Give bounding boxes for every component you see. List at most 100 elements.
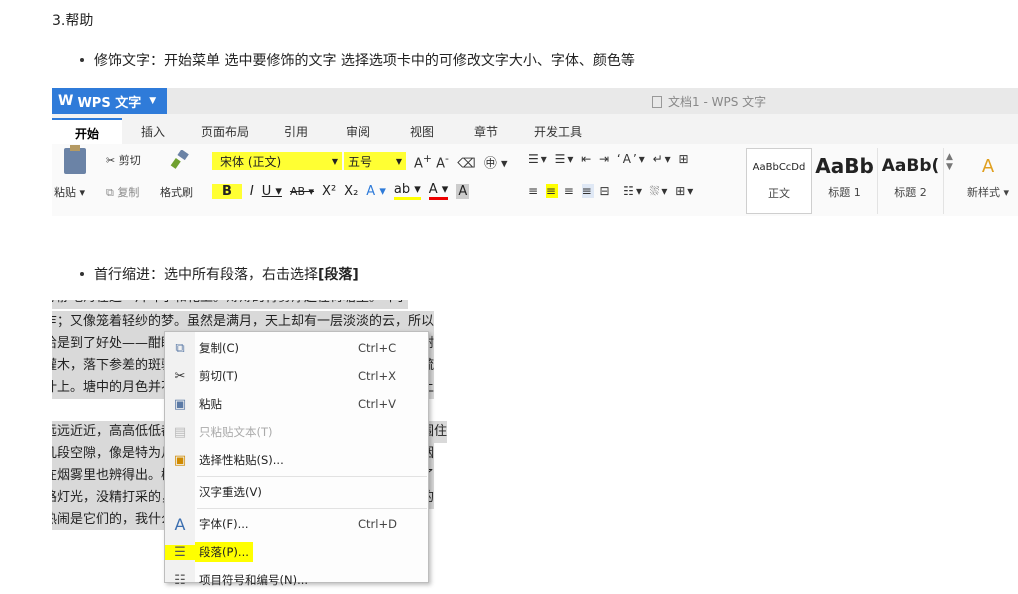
tab-developer[interactable]: 开发工具 [518, 118, 598, 144]
tab-view[interactable]: 视图 [390, 118, 454, 144]
style-normal[interactable]: AaBbCcDd 正文 [746, 148, 812, 214]
subscript-button[interactable]: X₂ [344, 184, 358, 199]
tab-home[interactable]: 开始 [52, 118, 122, 144]
font-name-value: 宋体 (正文) [220, 154, 282, 169]
menu-item-paste[interactable]: ▣ 粘贴 Ctrl+V [165, 390, 428, 418]
menu-separator [197, 508, 427, 509]
wps-logo-icon: W [58, 93, 74, 109]
menu-separator [197, 476, 427, 477]
menu-item-paste-special[interactable]: ▣ 选择性粘贴(S)... [165, 446, 428, 474]
wps-app-menu-button[interactable]: W WPS 文字 ▼ [52, 88, 167, 114]
wps-doc-title: 文档1 - WPS 文字 [652, 93, 766, 110]
menu-item-shortcut: Ctrl+X [358, 369, 396, 383]
list-indent-controls[interactable]: ☰▾ ☰▾ ⇤ ⇥ ‘A’▾ ↵▾ ⊞ [528, 152, 691, 166]
bullet-format-text: 修饰文字：开始菜单 选中要修饰的文字 选择选项卡中的可修改文字大小、字体、颜色等 [80, 50, 635, 70]
text-effect-button[interactable]: A ▾ [366, 184, 386, 199]
paste-button[interactable]: 粘贴 ▾ [54, 184, 85, 200]
menu-item-label: 剪切(T) [199, 369, 238, 383]
bullet-dot [80, 272, 84, 276]
new-style-button[interactable]: A 新样式 ▾ [958, 148, 1018, 214]
italic-button[interactable]: I [250, 184, 254, 199]
underline-button[interactable]: U ▾ [262, 184, 282, 199]
new-style-icon: A [981, 155, 995, 177]
bullet2-bold: [段落] [318, 267, 359, 283]
format-painter-label: 格式刷 [160, 186, 193, 199]
copy-small-icon: ⧉ [106, 186, 114, 199]
menu-item-cut[interactable]: ✂ 剪切(T) Ctrl+X [165, 362, 428, 390]
cut-icon: ✂ [174, 368, 186, 384]
chevron-down-icon: ▼ [149, 96, 157, 106]
cut-button[interactable]: ✂ 剪切 [106, 152, 141, 168]
paragraph-align-controls[interactable]: ≡ ≡ ≡ ≡ ⊟ ☷▾ ⛆▾ ⊞▾ [528, 184, 695, 199]
bullet2-text: 首行缩进：选中所有段落，右击选择 [94, 267, 318, 283]
format-painter-icon[interactable] [170, 150, 190, 170]
ribbon-home: ✂ 剪切 粘贴 ▾ ⧉ 复制 格式刷 宋体 (正文) ▼ 五号 ▼ A+ A- … [52, 144, 1018, 216]
tab-references[interactable]: 引用 [266, 118, 326, 144]
style-heading-2-label: 标题 2 [894, 186, 927, 199]
strikethrough-button[interactable]: AB ▾ [290, 185, 314, 198]
bold-button[interactable]: B [212, 183, 242, 199]
format-painter-button[interactable]: 格式刷 [160, 184, 193, 200]
wps-doc-title-text: 文档1 - WPS 文字 [668, 95, 767, 109]
style-scroll-controls[interactable]: ▲ ▼ [944, 148, 958, 214]
doc-line: 乍；又像笼着轻纱的梦。虽然是满月，天上却有一层淡淡的云，所以 [52, 311, 435, 333]
menu-item-label: 段落(P)... [195, 542, 253, 562]
char-shading-button[interactable]: A [456, 183, 470, 199]
menu-item-paste-text-only[interactable]: ▤ 只粘贴文本(T) [165, 418, 428, 446]
paste-special-icon: ▣ [173, 452, 187, 468]
menu-item-font[interactable]: A 字体(F)... Ctrl+D [165, 510, 428, 538]
bullet-dot [80, 58, 84, 62]
context-menu: ⧉ 复制(C) Ctrl+C ✂ 剪切(T) Ctrl+X ▣ 粘贴 Ctrl+… [164, 331, 429, 588]
chevron-down-icon: ▼ [395, 156, 402, 166]
menu-item-reselect-chinese[interactable]: 汉字重选(V) [165, 478, 428, 506]
bullet-first-line-indent: 首行缩进：选中所有段落，右击选择 [段落] [80, 264, 359, 284]
cut-label: 剪切 [118, 154, 141, 167]
copy-icon: ⧉ [175, 340, 185, 356]
copy-label: 复制 [117, 186, 140, 199]
bullet1-text: 修饰文字：开始菜单 选中要修饰的文字 选择选项卡中的可修改文字大小、字体、颜色等 [94, 53, 635, 69]
menu-item-label: 汉字重选(V) [199, 485, 262, 499]
paragraph-icon: ☰ [165, 544, 195, 560]
superscript-button[interactable]: X² [322, 184, 336, 199]
copy-button[interactable]: ⧉ 复制 [106, 184, 139, 200]
chevron-down-icon: ▼ [331, 156, 338, 166]
menu-item-paragraph[interactable]: ☰ 段落(P)... [165, 538, 428, 566]
ribbon-tabs: 开始 插入 页面布局 引用 审阅 视图 章节 开发工具 [52, 118, 598, 144]
tab-page-layout[interactable]: 页面布局 [184, 118, 266, 144]
wps-app-label: WPS 文字 [77, 95, 142, 111]
font-size-grow-shrink[interactable]: A+ A- ⌫ ㊥ ▾ [414, 152, 508, 171]
style-heading-2[interactable]: AaBb( 标题 2 [878, 148, 944, 214]
style-heading-1-preview: AaBb [815, 154, 874, 178]
style-heading-1[interactable]: AaBb 标题 1 [812, 148, 878, 214]
menu-item-label: 复制(C) [199, 341, 240, 355]
font-size-select[interactable]: 五号 ▼ [344, 152, 406, 170]
paste-icon: ▣ [173, 396, 187, 412]
tab-review[interactable]: 审阅 [326, 118, 390, 144]
wps-window: W WPS 文字 ▼ 文档1 - WPS 文字 开始 插入 页面布局 引用 审阅… [52, 88, 1018, 216]
wps-titlebar: W WPS 文字 ▼ 文档1 - WPS 文字 [52, 88, 1018, 114]
menu-item-label: 选择性粘贴(S)... [199, 453, 284, 467]
font-icon: A [174, 514, 186, 534]
list-icon: ☷ [174, 572, 186, 588]
section-title: 3.帮助 [52, 13, 94, 29]
style-normal-label: 正文 [768, 187, 790, 200]
highlight-color-button[interactable]: ab ▾ [393, 182, 421, 200]
font-format-row: B I U ▾ AB ▾ X² X₂ A ▾ ab ▾ A ▾ A [212, 182, 470, 200]
new-style-label: 新样式 [966, 186, 1000, 199]
paste-text-icon: ▤ [173, 424, 187, 440]
style-normal-preview: AaBbCcDd [752, 161, 806, 173]
menu-item-bullets-numbering[interactable]: ☷ 项目符号和编号(N)... [165, 566, 428, 594]
font-color-button[interactable]: A ▾ [428, 182, 449, 200]
document-icon [652, 95, 662, 108]
style-heading-2-preview: AaBb( [881, 156, 940, 176]
font-name-select[interactable]: 宋体 (正文) ▼ [212, 152, 342, 170]
tab-chapter[interactable]: 章节 [454, 118, 518, 144]
menu-item-shortcut: Ctrl+C [358, 341, 397, 355]
menu-item-shortcut: Ctrl+D [358, 517, 397, 531]
paste-big-icon[interactable] [64, 145, 86, 174]
doc-line: 静静地泻在这一片叶子和花上。薄薄的青雾浮起在荷塘里。叶子 [52, 300, 409, 309]
menu-item-copy[interactable]: ⧉ 复制(C) Ctrl+C [165, 334, 428, 362]
menu-item-label: 只粘贴文本(T) [199, 425, 273, 439]
menu-item-label: 粘贴 [199, 397, 222, 411]
tab-insert[interactable]: 插入 [122, 118, 184, 144]
